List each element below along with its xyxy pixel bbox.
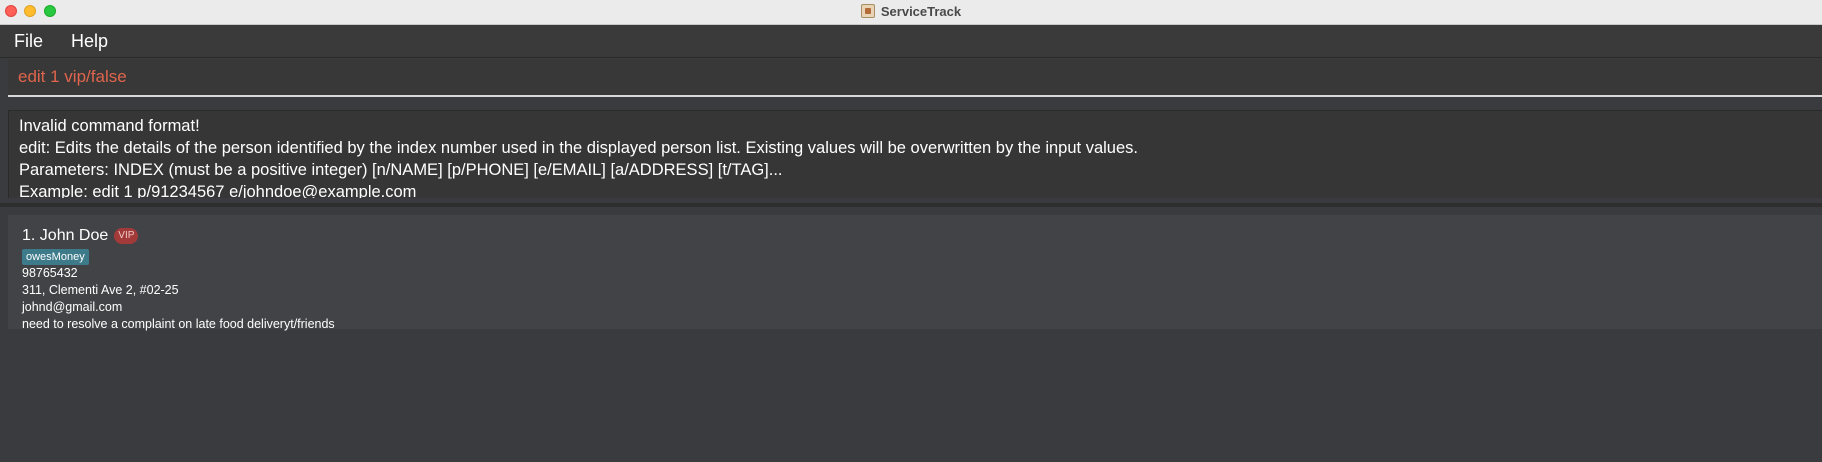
person-list: 1. John Doe VIP owesMoney 98765432 311, … [0, 207, 1822, 462]
person-phone: 98765432 [22, 266, 78, 280]
result-line: edit: Edits the details of the person id… [19, 139, 1138, 157]
person-name: 1. John Doe [22, 227, 109, 244]
vip-badge: VIP [114, 228, 139, 244]
menu-bar: File Help [0, 25, 1822, 58]
person-name-row: 1. John Doe VIP [22, 227, 139, 245]
tag-label: owesMoney [22, 249, 89, 265]
result-line: Invalid command format! [19, 117, 200, 135]
title-bar: ServiceTrack [0, 0, 1822, 25]
window-title: ServiceTrack [880, 3, 962, 19]
app-icon [860, 4, 875, 18]
person-email: johnd@gmail.com [22, 300, 123, 314]
menu-file[interactable]: File [0, 31, 57, 52]
person-card[interactable]: 1. John Doe VIP owesMoney 98765432 311, … [8, 215, 1822, 331]
result-display[interactable]: Invalid command format! edit: Edits the … [8, 110, 1822, 198]
result-line: Example: edit 1 p/91234567 e/johndoe@exa… [19, 183, 417, 198]
command-input[interactable] [18, 67, 1798, 87]
menu-help[interactable]: Help [57, 31, 122, 52]
command-box [8, 59, 1822, 97]
window-title-group: ServiceTrack [0, 0, 1822, 22]
result-line: Parameters: INDEX (must be a positive in… [19, 161, 783, 179]
person-remark: need to resolve a complaint on late food… [22, 317, 335, 331]
person-address: 311, Clementi Ave 2, #02-25 [22, 283, 179, 297]
